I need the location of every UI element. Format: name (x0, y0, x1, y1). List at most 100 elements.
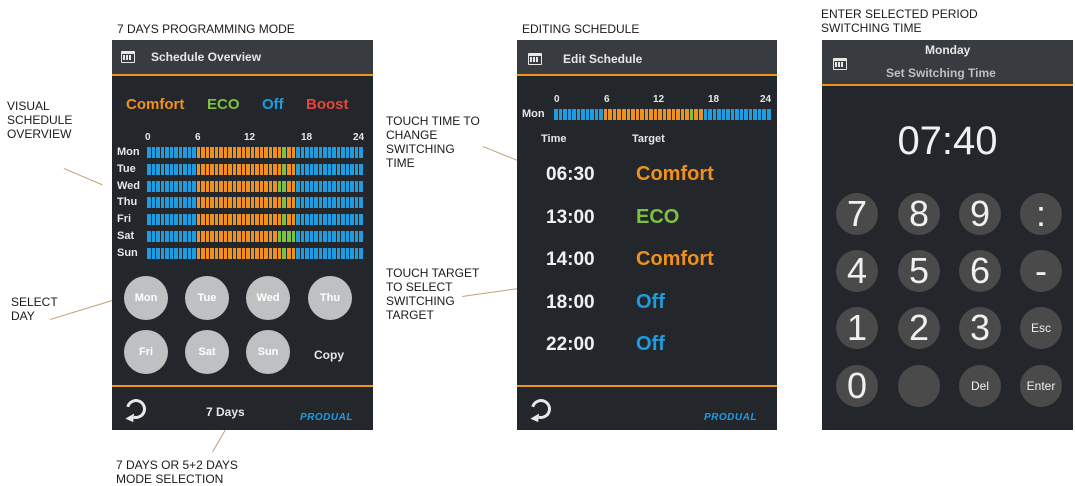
produal-logo: PRODUAL (300, 412, 353, 423)
hour-label: 12 (244, 132, 256, 143)
header-title: Schedule Overview (151, 50, 262, 64)
hour-label: 0 (145, 132, 151, 143)
produal-logo: PRODUAL (704, 412, 757, 423)
calendar-icon (528, 53, 542, 65)
legend-eco: ECO (207, 96, 240, 113)
time-display: 07:40 (897, 119, 998, 163)
key-3[interactable]: 3 (959, 307, 1001, 349)
day-button-wed[interactable]: Wed (246, 276, 290, 320)
schedule-time-3[interactable]: 18:00 (546, 292, 595, 314)
calendar-clock-icon (121, 51, 135, 63)
legend-comfort: Comfort (126, 96, 185, 113)
schedule-target-4[interactable]: Off (636, 333, 665, 356)
day-label: Mon (117, 146, 140, 158)
day-title: Monday (925, 43, 971, 57)
day-button-sat[interactable]: Sat (185, 330, 229, 374)
schedule-time-4[interactable]: 22:00 (546, 334, 595, 356)
calendar-icon (833, 58, 847, 70)
day-button-tue[interactable]: Tue (185, 276, 229, 320)
key-7[interactable]: 7 (836, 193, 878, 235)
key-enter[interactable]: Enter (1020, 365, 1062, 407)
schedule-target-2[interactable]: Comfort (636, 248, 714, 271)
key-2[interactable]: 2 (898, 307, 940, 349)
key-4[interactable]: 4 (836, 250, 878, 292)
day-schedule-bar (147, 147, 364, 158)
key-esc[interactable]: Esc (1020, 307, 1062, 349)
schedule-time-0[interactable]: 06:30 (546, 164, 595, 186)
refresh-icon[interactable] (527, 395, 555, 423)
header-title: Edit Schedule (563, 52, 643, 66)
set-switching-time-screen: Monday Set Switching Time 07:40 789: 456-… (822, 40, 1073, 430)
hour-label: 0 (554, 94, 560, 105)
hour-label: 6 (604, 94, 610, 105)
day-schedule-bar (147, 231, 364, 242)
day-button-thu[interactable]: Thu (308, 276, 352, 320)
hour-label: 18 (708, 94, 720, 105)
hour-label: 24 (353, 132, 365, 143)
schedule-time-1[interactable]: 13:00 (546, 207, 595, 229)
key-dash[interactable]: - (1020, 250, 1062, 292)
caption-visual-overview: VISUAL SCHEDULE OVERVIEW (7, 99, 73, 141)
schedule-segment (359, 231, 364, 242)
footer-bar: 7 Days PRODUAL (112, 385, 373, 430)
day-schedule-bar (147, 247, 364, 259)
arrow-visual (63, 168, 103, 186)
key-6[interactable]: 6 (959, 250, 1001, 292)
schedule-target-3[interactable]: Off (636, 291, 665, 314)
header-bar: Schedule Overview (112, 40, 373, 76)
hour-label: 12 (653, 94, 665, 105)
day-schedule-bar (147, 214, 364, 226)
caption-mode-title: 7 DAYS PROGRAMMING MODE (117, 22, 295, 36)
caption-editing: EDITING SCHEDULE (522, 22, 640, 36)
key-5[interactable]: 5 (898, 250, 940, 292)
key-1[interactable]: 1 (836, 307, 878, 349)
caption-enter-period: ENTER SELECTED PERIOD SWITCHING TIME (821, 7, 978, 35)
caption-touch-target: TOUCH TARGET TO SELECT SWITCHING TARGET (386, 266, 480, 322)
header-subtitle: Set Switching Time (886, 66, 996, 80)
day-button-sun[interactable]: Sun (246, 330, 290, 374)
day-button-mon[interactable]: Mon (124, 276, 168, 320)
key-9[interactable]: 9 (959, 193, 1001, 235)
schedule-target-0[interactable]: Comfort (636, 163, 714, 186)
footer-bar: PRODUAL (517, 385, 777, 430)
edit-schedule-screen: Edit Schedule 0 6 12 18 24 Mon Time Target 0… (517, 40, 777, 430)
mode-selection-button[interactable]: 7 Days (206, 405, 245, 419)
legend-boost: Boost (306, 96, 349, 113)
hour-label: 18 (301, 132, 313, 143)
schedule-time-2[interactable]: 14:00 (546, 249, 595, 271)
legend-off: Off (262, 96, 284, 113)
schedule-overview-screen: Schedule Overview Comfort ECO Off Boost … (112, 40, 373, 430)
day-schedule-bar (554, 109, 772, 120)
key-colon[interactable]: : (1020, 193, 1062, 235)
day-label: Sat (117, 230, 135, 242)
blank-key (898, 365, 940, 407)
schedule-segment (359, 214, 364, 226)
day-label: Mon (522, 108, 545, 120)
copy-button[interactable]: Copy (314, 348, 344, 362)
col-time-header: Time (541, 133, 567, 145)
hour-label: 24 (760, 94, 772, 105)
day-label: Sun (117, 246, 138, 259)
day-button-fri[interactable]: Fri (124, 330, 168, 374)
key-del[interactable]: Del (959, 365, 1001, 407)
key-8[interactable]: 8 (898, 193, 940, 235)
key-0[interactable]: 0 (836, 365, 878, 407)
arrow-select-day (50, 297, 122, 320)
schedule-segment (766, 109, 772, 120)
header-bar: Monday Set Switching Time (822, 40, 1073, 86)
day-label: Fri (117, 213, 132, 226)
day-schedule-bar (147, 163, 364, 175)
schedule-segment (359, 197, 364, 209)
refresh-icon[interactable] (122, 395, 150, 423)
schedule-target-1[interactable]: ECO (636, 206, 679, 229)
caption-mode-selection: 7 DAYS OR 5+2 DAYS MODE SELECTION (116, 458, 238, 486)
day-label: Thu (117, 196, 138, 209)
day-schedule-bar (147, 180, 364, 192)
col-target-header: Target (632, 133, 665, 145)
schedule-segment (359, 147, 364, 158)
hour-label: 6 (195, 132, 201, 143)
day-label: Tue (117, 162, 136, 175)
schedule-segment (359, 163, 364, 175)
schedule-segment (359, 247, 364, 259)
day-schedule-bar (147, 197, 364, 209)
